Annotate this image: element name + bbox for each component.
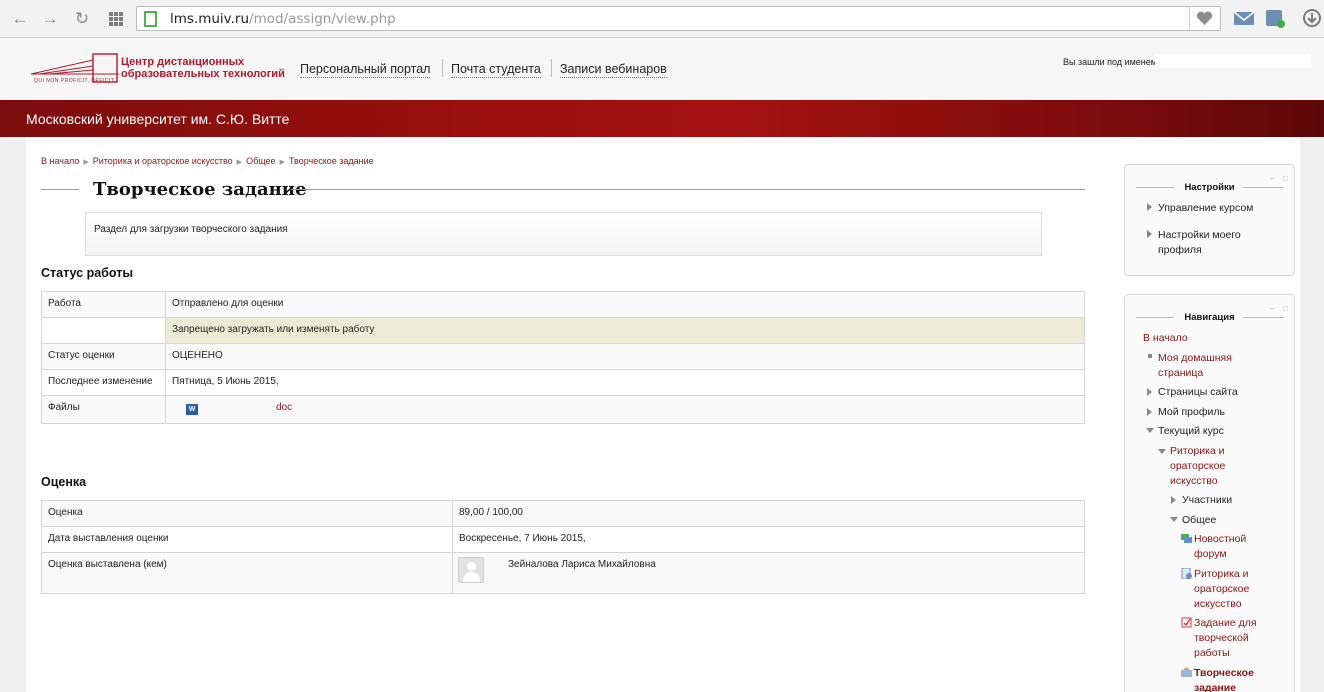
- nav-creative-assignment[interactable]: Задание для творческой работы: [1194, 616, 1276, 661]
- breadcrumb-current[interactable]: Творческое задание: [289, 156, 374, 166]
- expand-arrow-icon[interactable]: [1171, 496, 1176, 504]
- user-name-redacted[interactable]: [1155, 54, 1311, 68]
- nav-student-mail[interactable]: Почта студента: [451, 62, 541, 78]
- collapse-arrow-icon[interactable]: [1170, 517, 1178, 522]
- feedback-heading: Оценка: [41, 475, 87, 489]
- table-row: Файлы Wdoc: [41, 395, 1085, 424]
- feedback-table: Оценка 89,00 / 100,00 Дата выставления оц…: [41, 500, 1085, 594]
- forward-icon[interactable]: →: [40, 9, 60, 29]
- site-header: Центр дистанционных образовательных техн…: [0, 38, 1324, 100]
- nav-participants[interactable]: Участники: [1182, 493, 1232, 508]
- expand-arrow-icon[interactable]: [1147, 408, 1152, 416]
- assignment-upload-icon: [1181, 667, 1192, 677]
- url-text: lms.muiv.ru/mod/assign/view.php: [170, 11, 396, 27]
- expand-arrow-icon[interactable]: [1147, 388, 1152, 396]
- expand-arrow-icon[interactable]: [1147, 230, 1152, 238]
- nav-my-home[interactable]: Моя домашняя страница: [1158, 351, 1258, 381]
- breadcrumb-course[interactable]: Риторика и ораторское искусство: [93, 156, 233, 166]
- extension-icon[interactable]: [1264, 8, 1286, 28]
- table-row: Статус оценки ОЦЕНЕНО: [41, 343, 1085, 370]
- grading-status: ОЦЕНЕНО: [172, 350, 223, 361]
- nav-site-pages[interactable]: Страницы сайта: [1158, 385, 1238, 400]
- submission-status-heading: Статус работы: [41, 266, 134, 280]
- back-icon[interactable]: ←: [10, 9, 30, 29]
- block-dock-icon[interactable]: □: [1283, 304, 1288, 313]
- submission-status-table: Работа Отправлено для оценки Запрещено за…: [41, 291, 1085, 424]
- breadcrumb: В начало ▶ Риторика и ораторское искусство…: [41, 156, 374, 166]
- nav-course-rhetoric[interactable]: Риторика и ораторское искусство: [1170, 444, 1252, 489]
- logo-motto: QUI NON PROFICIT, DEFICIT: [34, 78, 115, 84]
- settings-course-admin[interactable]: Управление курсом: [1158, 201, 1253, 216]
- university-banner: Московский университет им. С.Ю. Витте: [0, 100, 1324, 137]
- grader-avatar: [458, 557, 484, 583]
- collapse-arrow-icon[interactable]: [1158, 449, 1166, 454]
- bullet-icon: [1148, 354, 1152, 358]
- table-row: Оценка выставлена (кем) Зейналова Лариса …: [41, 552, 1085, 594]
- settings-my-profile[interactable]: Настройки моего профиля: [1158, 228, 1268, 258]
- block-dock-icon[interactable]: □: [1283, 174, 1288, 183]
- logo-title: Центр дистанционных образовательных техн…: [121, 56, 285, 80]
- table-row: Последнее изменение Пятница, 5 Июнь 2015,: [41, 369, 1085, 396]
- nav-webinar-records[interactable]: Записи вебинаров: [560, 62, 667, 78]
- intro-text: Раздел для загрузки творческого задания: [94, 224, 288, 235]
- block-collapse-icon[interactable]: –: [1270, 304, 1274, 313]
- nav-my-profile[interactable]: Мой профиль: [1158, 405, 1225, 420]
- forum-icon: [1181, 534, 1192, 543]
- nav-current-course[interactable]: Текущий курс: [1158, 424, 1224, 439]
- breadcrumb-home[interactable]: В начало: [41, 156, 79, 166]
- download-icon[interactable]: [1301, 8, 1323, 28]
- breadcrumb-arrow-icon: ▶: [83, 159, 89, 166]
- page-icon: [144, 11, 157, 27]
- submitted-file-link[interactable]: doc: [276, 402, 292, 413]
- page-title: Творческое задание: [93, 179, 307, 200]
- assignment-intro: Раздел для загрузки творческого задания: [85, 212, 1042, 256]
- table-row: Работа Отправлено для оценки: [41, 291, 1085, 318]
- apps-icon[interactable]: [106, 9, 126, 29]
- submission-locked-notice: Запрещено загружать или изменять работу: [172, 324, 375, 335]
- table-row: Дата выставления оценки Воскресенье, 7 Ию…: [41, 526, 1085, 553]
- login-info-label: Вы зашли под именем: [1063, 57, 1157, 67]
- grader-name: Зейналова Лариса Михайловна: [508, 559, 656, 570]
- block-collapse-icon[interactable]: –: [1270, 174, 1274, 183]
- nav-home[interactable]: В начало: [1143, 331, 1188, 346]
- page-resource-icon: [1181, 568, 1192, 579]
- university-name: Московский университет им. С.Ю. Витте: [26, 111, 290, 127]
- bookmark-heart-icon[interactable]: [1196, 11, 1213, 26]
- nav-personal-portal[interactable]: Персональный портал: [300, 62, 431, 78]
- nav-news-forum[interactable]: Новостной форум: [1194, 532, 1274, 562]
- nav-creative-task-current[interactable]: Творческое задание: [1194, 666, 1276, 692]
- breadcrumb-arrow-icon: ▶: [279, 159, 285, 166]
- assignment-icon: [1181, 617, 1192, 628]
- address-bar[interactable]: lms.muiv.ru/mod/assign/view.php: [136, 6, 1221, 31]
- navigation-block: Навигация – □ В начало Моя домашняя стра…: [1124, 294, 1295, 692]
- grade-value: 89,00 / 100,00: [459, 507, 523, 518]
- reload-icon[interactable]: ↻: [72, 9, 92, 29]
- mail-icon[interactable]: [1233, 8, 1255, 28]
- expand-arrow-icon[interactable]: [1147, 203, 1152, 211]
- word-file-icon: W: [186, 404, 198, 415]
- table-row: Оценка 89,00 / 100,00: [41, 500, 1085, 527]
- nav-general-section[interactable]: Общее: [1182, 513, 1216, 528]
- collapse-arrow-icon[interactable]: [1146, 428, 1154, 433]
- nav-rhetoric-resource[interactable]: Риторика и ораторское искусство: [1194, 567, 1276, 612]
- browser-toolbar: ← → ↻ lms.muiv.ru/mod/assign/view.php: [0, 0, 1324, 38]
- table-row: Запрещено загружать или изменять работу: [41, 317, 1085, 344]
- breadcrumb-arrow-icon: ▶: [236, 159, 243, 166]
- settings-block: Настройки – □ Управление курсом Настройк…: [1124, 164, 1295, 276]
- breadcrumb-section[interactable]: Общее: [246, 156, 275, 166]
